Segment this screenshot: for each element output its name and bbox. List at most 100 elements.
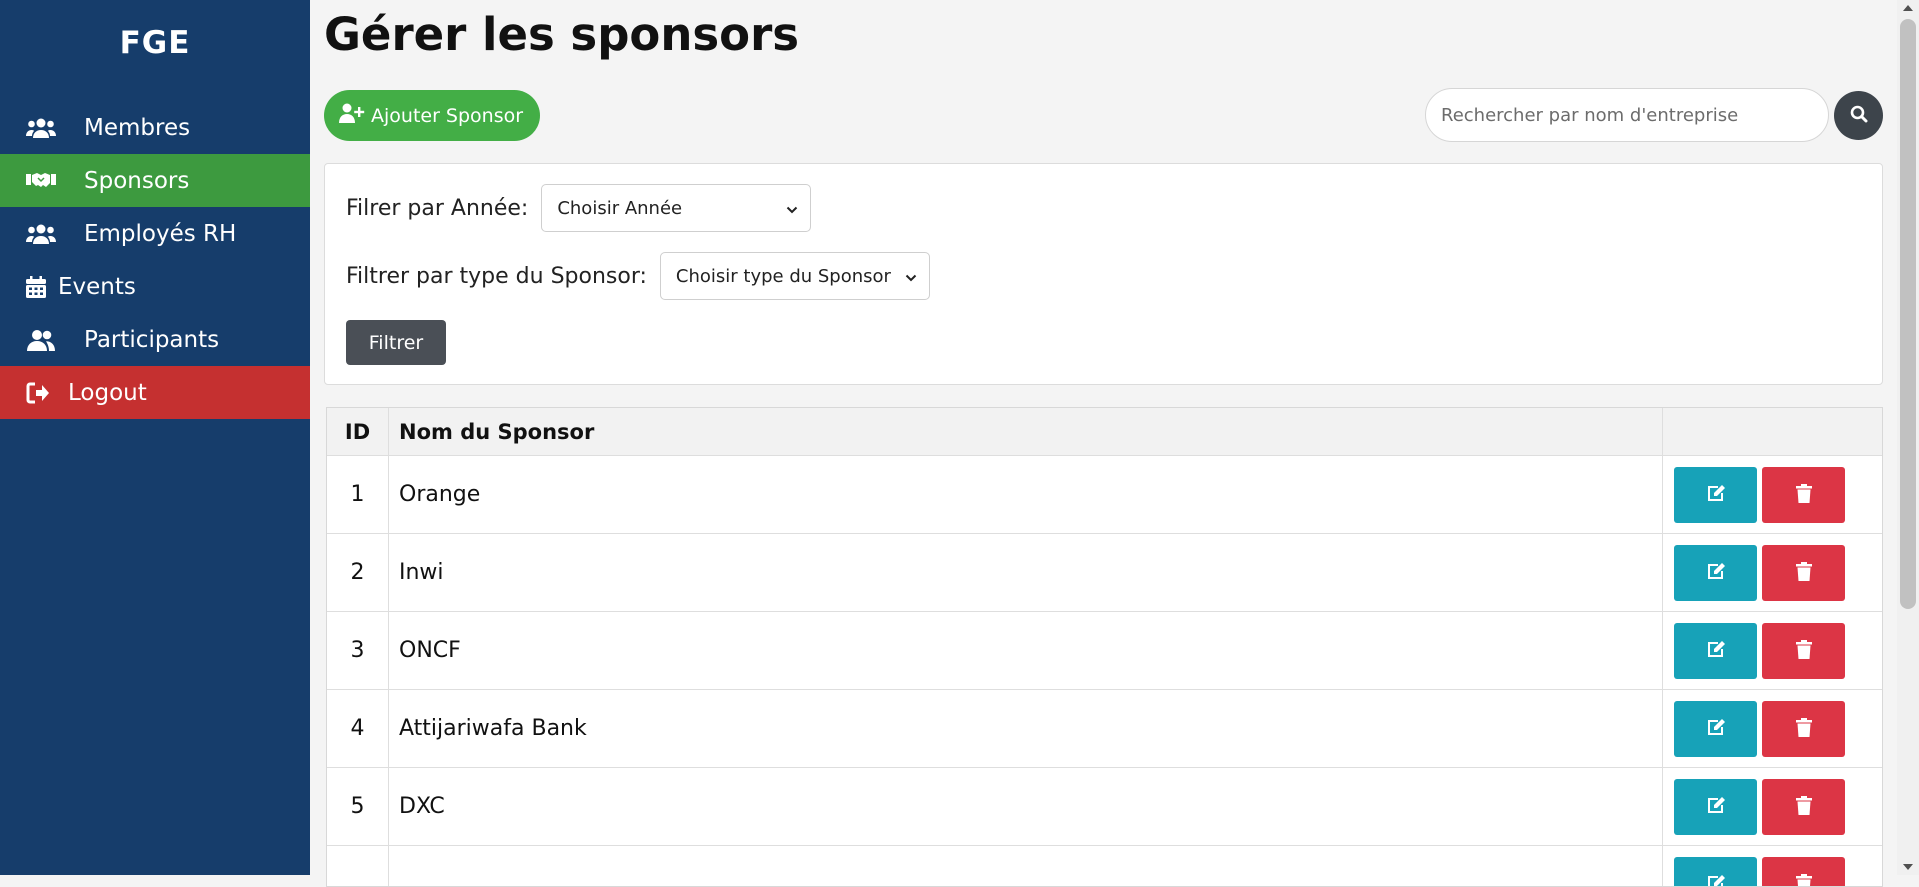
scroll-up-arrow-icon[interactable] [1903, 5, 1913, 11]
delete-button[interactable] [1762, 857, 1845, 887]
handshake-icon [26, 167, 66, 195]
sidebar-item-participants[interactable]: Participants [0, 313, 310, 366]
table-row: 1 Orange [327, 456, 1882, 534]
sign-out-icon [26, 379, 54, 407]
edit-button[interactable] [1674, 779, 1757, 835]
sidebar-item-events[interactable]: Events [0, 260, 310, 313]
sidebar-item-label: Participants [84, 327, 219, 353]
cell-actions [1663, 768, 1883, 846]
sidebar-item-label: Logout [68, 380, 147, 406]
cell-id: 1 [327, 456, 389, 534]
cell-actions [1663, 456, 1883, 534]
table-header-row: ID Nom du Sponsor [327, 408, 1882, 456]
edit-icon [1706, 640, 1726, 661]
table-row: 2 Inwi [327, 534, 1882, 612]
sidebar-item-sponsors[interactable]: Sponsors [0, 154, 310, 207]
filter-panel: Filrer par Année: Choisir Année Filtrer … [324, 163, 1883, 385]
sidebar-item-employes-rh[interactable]: Employés RH [0, 207, 310, 260]
trash-icon [1796, 874, 1812, 887]
type-select-value: Choisir type du Sponsor [676, 266, 891, 287]
table-row: 5 DXC [327, 768, 1882, 846]
edit-button[interactable] [1674, 467, 1757, 523]
cell-actions [1663, 534, 1883, 612]
cell-id [327, 846, 389, 887]
sidebar-item-label: Events [58, 274, 136, 300]
user-group-icon [26, 326, 66, 354]
cell-name: Inwi [389, 534, 1663, 612]
search-input[interactable] [1425, 88, 1829, 142]
sidebar-nav: Membres Sponsors Employés RH Events Part… [0, 101, 310, 419]
edit-icon [1706, 562, 1726, 583]
edit-icon [1706, 718, 1726, 739]
edit-button[interactable] [1674, 701, 1757, 757]
scrollbar-thumb[interactable] [1900, 19, 1916, 609]
trash-icon [1796, 640, 1812, 662]
main-content: Gérer les sponsors Ajouter Sponsor Filre… [324, 0, 1883, 150]
type-filter-label: Filtrer par type du Sponsor: [346, 264, 647, 289]
edit-icon [1706, 796, 1726, 817]
cell-id: 4 [327, 690, 389, 768]
edit-button[interactable] [1674, 857, 1757, 887]
sponsors-table: ID Nom du Sponsor 1 Orange [326, 407, 1883, 887]
delete-button[interactable] [1762, 467, 1845, 523]
users-icon [26, 220, 66, 248]
cell-actions [1663, 846, 1883, 887]
cell-name: Orange [389, 456, 1663, 534]
column-header-name: Nom du Sponsor [389, 408, 1663, 456]
table-row: 4 Attijariwafa Bank [327, 690, 1882, 768]
edit-icon [1706, 484, 1726, 505]
chevron-down-icon [905, 266, 917, 287]
users-icon [26, 114, 66, 142]
scroll-down-arrow-icon[interactable] [1903, 864, 1913, 870]
sidebar: FGE Membres Sponsors Employés RH Events [0, 0, 310, 875]
filter-button[interactable]: Filtrer [346, 320, 446, 365]
cell-name: Attijariwafa Bank [389, 690, 1663, 768]
year-filter-row: Filrer par Année: Choisir Année [346, 184, 811, 232]
year-filter-label: Filrer par Année: [346, 196, 528, 221]
cell-id: 5 [327, 768, 389, 846]
add-sponsor-button[interactable]: Ajouter Sponsor [324, 90, 540, 141]
search-icon [1850, 105, 1868, 126]
sidebar-item-label: Employés RH [84, 221, 236, 247]
edit-button[interactable] [1674, 545, 1757, 601]
year-select-value: Choisir Année [557, 198, 682, 219]
sidebar-item-label: Membres [84, 115, 190, 141]
trash-icon [1796, 796, 1812, 818]
user-plus-icon [339, 103, 365, 128]
cell-actions [1663, 612, 1883, 690]
search-bar [1425, 88, 1883, 142]
year-select[interactable]: Choisir Année [541, 184, 811, 232]
sidebar-item-logout[interactable]: Logout [0, 366, 310, 419]
table-row [327, 846, 1882, 887]
chevron-down-icon [786, 198, 798, 219]
add-sponsor-label: Ajouter Sponsor [371, 105, 523, 127]
trash-icon [1796, 562, 1812, 584]
type-filter-row: Filtrer par type du Sponsor: Choisir typ… [346, 252, 930, 300]
edit-button[interactable] [1674, 623, 1757, 679]
cell-name: ONCF [389, 612, 1663, 690]
table-row: 3 ONCF [327, 612, 1882, 690]
delete-button[interactable] [1762, 701, 1845, 757]
cell-id: 3 [327, 612, 389, 690]
cell-actions [1663, 690, 1883, 768]
delete-button[interactable] [1762, 779, 1845, 835]
trash-icon [1796, 718, 1812, 740]
column-header-id: ID [327, 408, 389, 456]
cell-name [389, 846, 1663, 887]
page-title: Gérer les sponsors [324, 0, 1883, 62]
brand-logo: FGE [0, 0, 310, 85]
type-select[interactable]: Choisir type du Sponsor [660, 252, 930, 300]
calendar-icon [26, 273, 48, 301]
cell-name: DXC [389, 768, 1663, 846]
page-scrollbar[interactable] [1897, 0, 1919, 875]
column-header-actions [1663, 408, 1883, 456]
delete-button[interactable] [1762, 623, 1845, 679]
delete-button[interactable] [1762, 545, 1845, 601]
search-button[interactable] [1834, 91, 1883, 140]
toolbar: Ajouter Sponsor [324, 90, 1883, 150]
trash-icon [1796, 484, 1812, 506]
cell-id: 2 [327, 534, 389, 612]
sidebar-item-membres[interactable]: Membres [0, 101, 310, 154]
edit-icon [1706, 874, 1726, 887]
sidebar-item-label: Sponsors [84, 168, 189, 194]
